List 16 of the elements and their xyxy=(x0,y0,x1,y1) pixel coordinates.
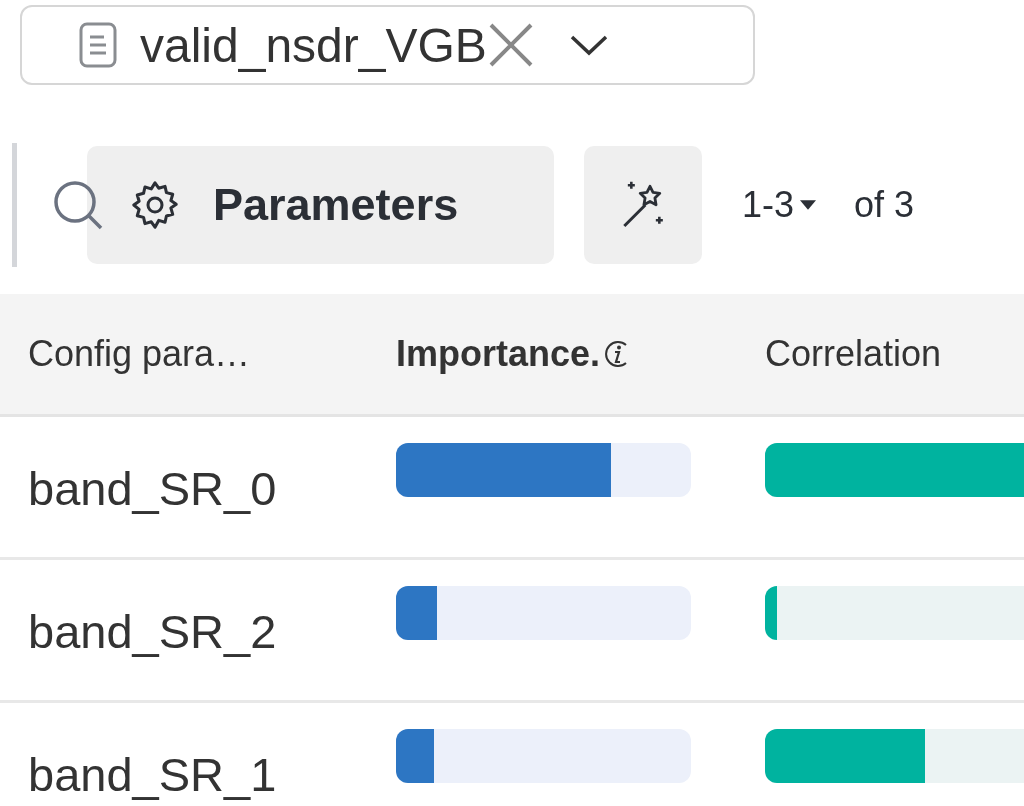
run-name: valid_nsdr_VGB xyxy=(140,17,487,73)
parameters-button[interactable]: Parameters xyxy=(87,146,554,264)
magic-wand-button[interactable] xyxy=(584,146,702,264)
page-range-dropdown[interactable]: 1-3 xyxy=(742,184,817,226)
chevron-down-icon[interactable] xyxy=(568,33,609,57)
column-header[interactable]: Importance. xyxy=(370,333,739,375)
column-header[interactable]: Config para… xyxy=(0,333,370,375)
page-total: of 3 xyxy=(854,184,915,226)
document-icon xyxy=(78,21,118,69)
parameter-name: band_SR_2 xyxy=(28,604,277,659)
column-header[interactable]: Correlation xyxy=(739,333,1024,375)
run-selector[interactable]: valid_nsdr_VGB xyxy=(20,5,755,85)
search-icon[interactable] xyxy=(51,178,105,232)
parameter-name: band_SR_1 xyxy=(28,747,277,802)
caret-icon xyxy=(800,200,817,210)
parameter-name: band_SR_0 xyxy=(28,461,277,516)
